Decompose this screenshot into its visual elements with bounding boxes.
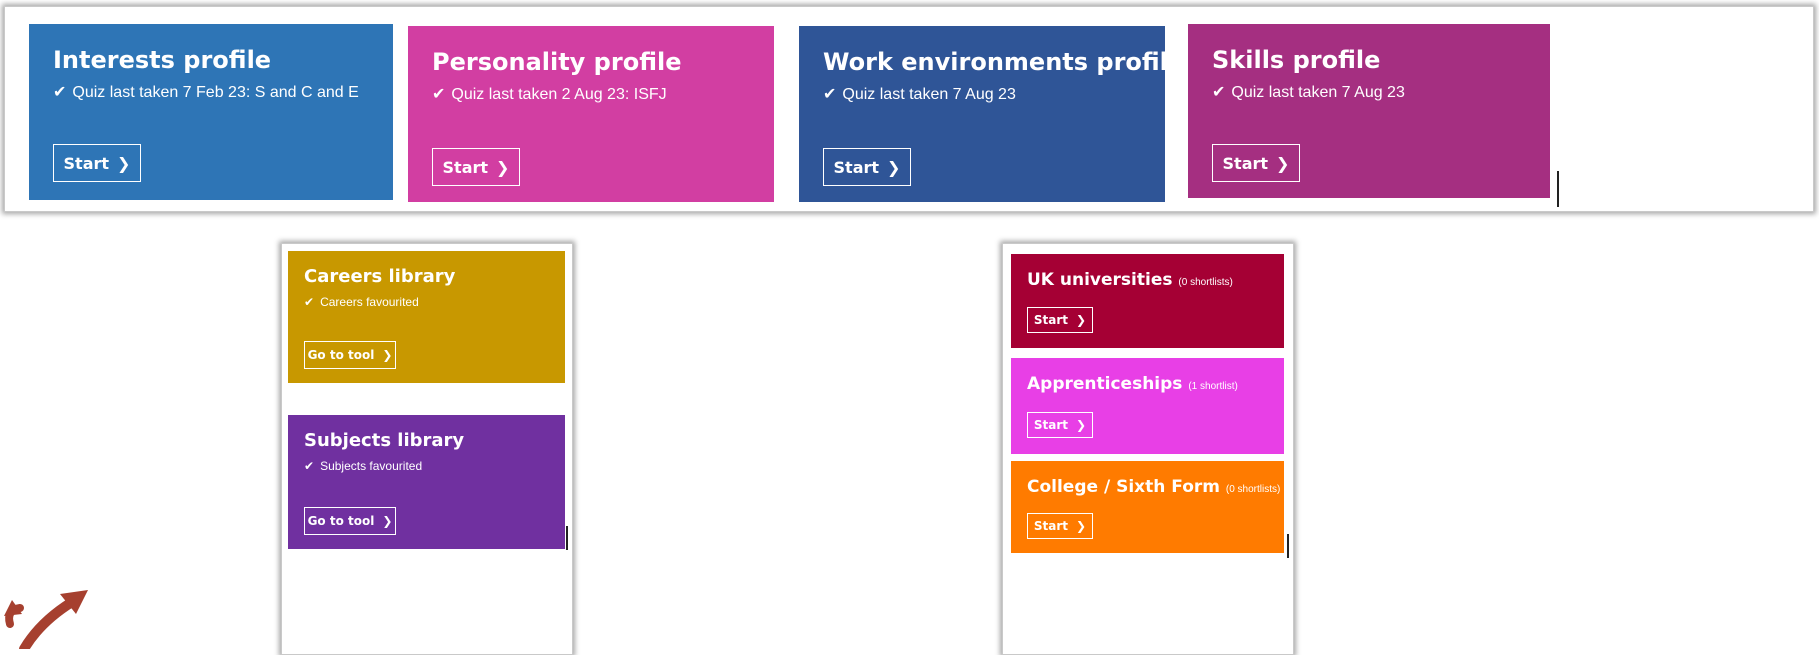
check-icon: ✔: [304, 459, 315, 473]
work-environments-profile-card: Work environments profile ✔ Quiz last tak…: [799, 26, 1184, 202]
chevron-right-icon: ❯: [1076, 519, 1087, 533]
libraries-panel: Careers library ✔ Careers favourited Go t…: [281, 243, 573, 655]
chevron-right-icon: ❯: [382, 514, 393, 528]
card-title: College / Sixth Form (0 shortlists): [1027, 477, 1281, 497]
skills-profile-card: Skills profile ✔ Quiz last taken 7 Aug 23…: [1188, 24, 1550, 198]
college-sixth-form-card: College / Sixth Form (0 shortlists) Star…: [1011, 461, 1284, 553]
chevron-right-icon: ❯: [1076, 418, 1087, 432]
careers-library-card: Careers library ✔ Careers favourited Go t…: [288, 251, 565, 383]
profiles-panel: Interests profile ✔ Quiz last taken 7 Feb…: [4, 6, 1814, 212]
check-icon: ✔: [823, 86, 837, 103]
card-status: ✔ Quiz last taken 2 Aug 23: ISFJ: [432, 86, 667, 103]
check-icon: ✔: [1212, 84, 1226, 101]
card-title: Work environments profile: [823, 48, 1185, 76]
card-title: Subjects library: [304, 430, 465, 451]
card-status: ✔ Subjects favourited: [304, 459, 423, 473]
card-title: UK universities (0 shortlists): [1027, 270, 1233, 290]
chevron-right-icon: ❯: [1276, 153, 1290, 173]
start-button[interactable]: Start ❯: [1027, 307, 1093, 333]
start-button[interactable]: Start ❯: [432, 148, 520, 186]
go-to-tool-button[interactable]: Go to tool ❯: [304, 341, 396, 369]
chevron-right-icon: ❯: [1076, 313, 1087, 327]
start-button[interactable]: Start ❯: [1212, 144, 1300, 182]
subjects-library-card: Subjects library ✔ Subjects favourited Go…: [288, 415, 565, 549]
card-status: ✔ Quiz last taken 7 Aug 23: [1212, 84, 1405, 101]
start-button[interactable]: Start ❯: [1027, 513, 1093, 539]
destinations-panel: UK universities (0 shortlists) Start ❯ Ap…: [1002, 243, 1294, 655]
start-button[interactable]: Start ❯: [1027, 412, 1093, 438]
personality-profile-card: Personality profile ✔ Quiz last taken 2 A…: [408, 26, 774, 202]
card-title: Careers library: [304, 266, 456, 287]
chevron-right-icon: ❯: [496, 157, 510, 177]
scrollbar[interactable]: [1557, 171, 1559, 207]
card-status: ✔ Careers favourited: [304, 295, 419, 309]
check-icon: ✔: [53, 84, 67, 101]
check-icon: ✔: [432, 86, 446, 103]
start-button[interactable]: Start ❯: [53, 144, 141, 182]
go-to-tool-button[interactable]: Go to tool ❯: [304, 507, 396, 535]
start-button[interactable]: Start ❯: [823, 148, 911, 186]
check-icon: ✔: [304, 295, 315, 309]
card-status: ✔ Quiz last taken 7 Feb 23: S and C and E: [53, 84, 359, 101]
card-title: Skills profile: [1212, 46, 1381, 74]
interests-profile-card: Interests profile ✔ Quiz last taken 7 Feb…: [29, 24, 393, 200]
card-title: Personality profile: [432, 48, 682, 76]
scrollbar[interactable]: [1287, 534, 1289, 558]
uk-universities-card: UK universities (0 shortlists) Start ❯: [1011, 254, 1284, 348]
chevron-right-icon: ❯: [117, 153, 131, 173]
card-title: Interests profile: [53, 46, 272, 74]
card-status: ✔ Quiz last taken 7 Aug 23: [823, 86, 1016, 103]
chevron-right-icon: ❯: [887, 157, 901, 177]
apprenticeships-card: Apprenticeships (1 shortlist) Start ❯: [1011, 358, 1284, 454]
curved-arrows-icon: [4, 590, 88, 649]
scrollbar[interactable]: [566, 526, 568, 550]
chevron-right-icon: ❯: [382, 348, 393, 362]
card-title: Apprenticeships (1 shortlist): [1027, 374, 1238, 394]
